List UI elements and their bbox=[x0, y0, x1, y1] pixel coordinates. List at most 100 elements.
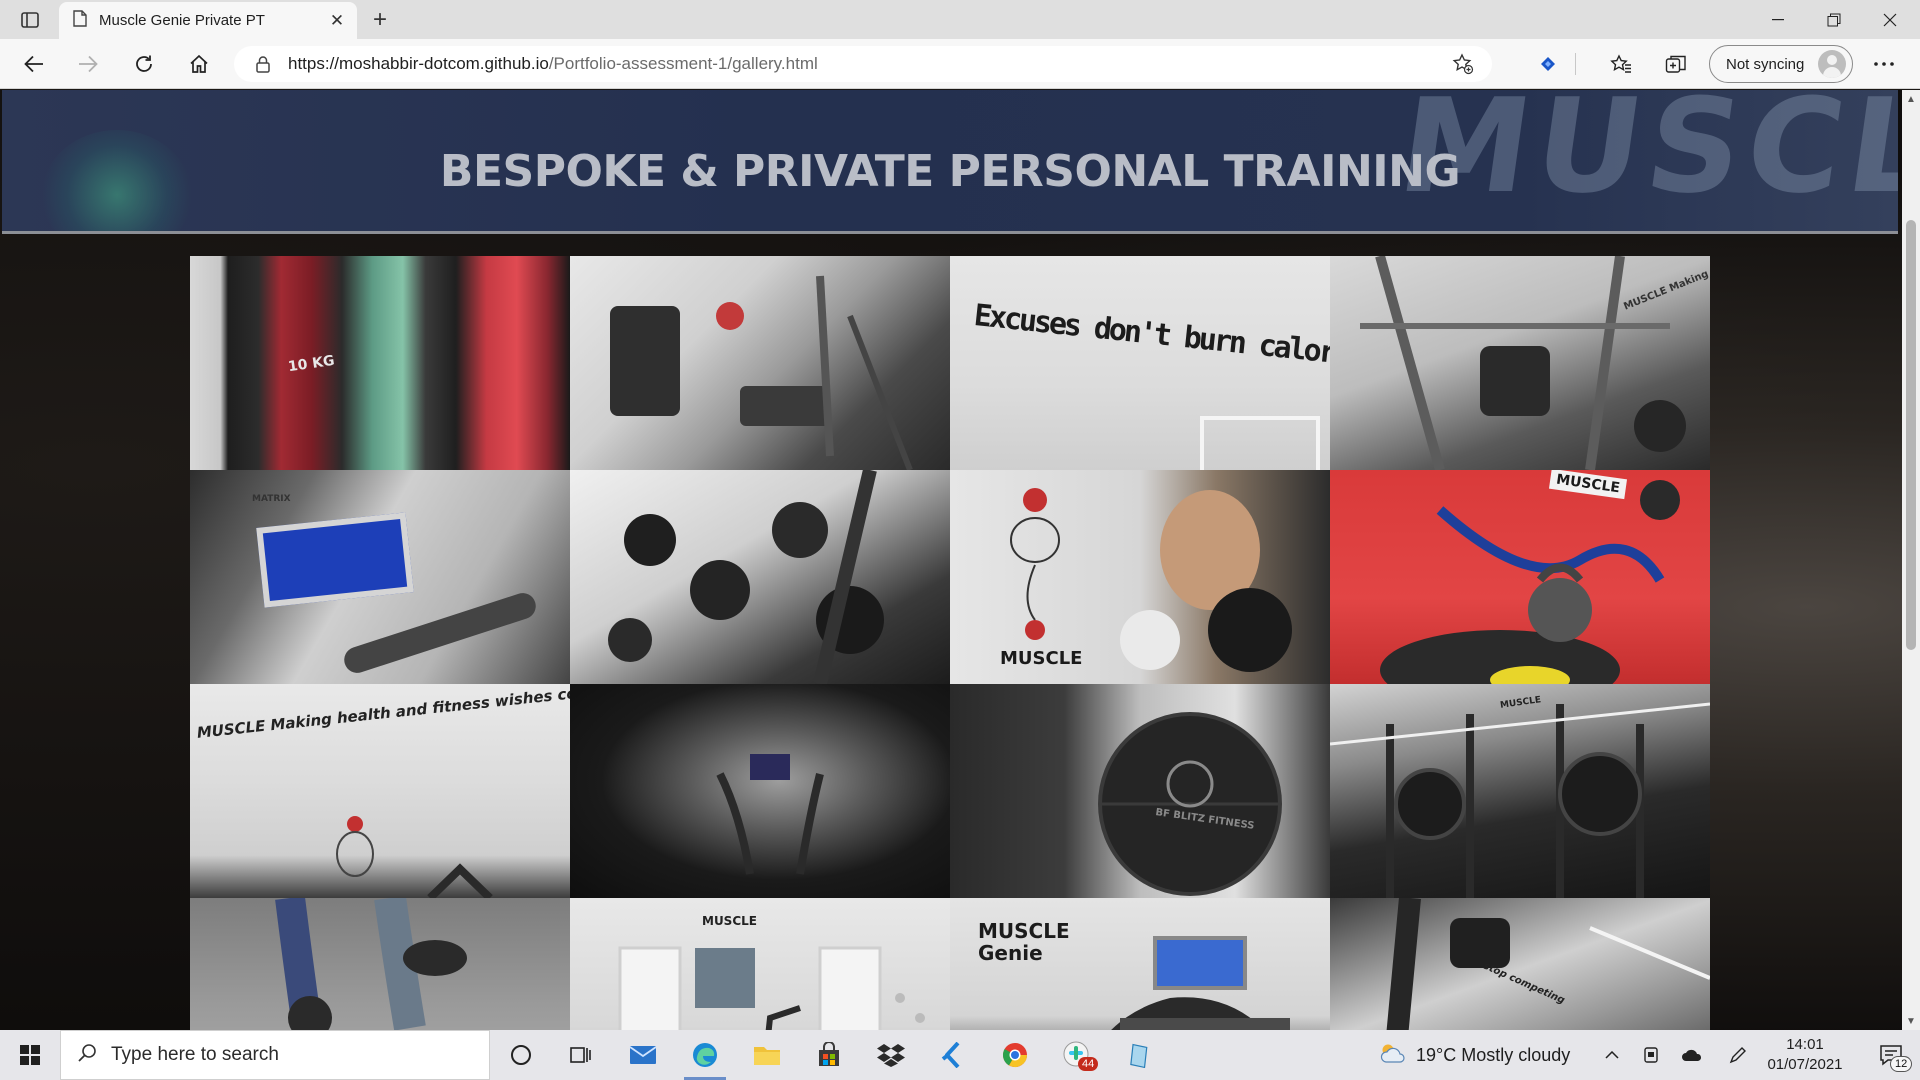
slack-app-icon[interactable]: 44 bbox=[1052, 1030, 1102, 1080]
url-text: https://moshabbir-dotcom.github.io/Portf… bbox=[288, 54, 818, 74]
browser-toolbar: https://moshabbir-dotcom.github.io/Portf… bbox=[0, 39, 1920, 89]
cloud-icon bbox=[1378, 1043, 1406, 1068]
gallery-image-treadmill-console[interactable]: MATRIX bbox=[190, 470, 570, 684]
page-title: BESPOKE & PRIVATE PERSONAL TRAINING bbox=[439, 146, 1461, 197]
gym-room-shape bbox=[618, 946, 925, 1030]
back-icon[interactable] bbox=[16, 47, 52, 81]
gallery-image-kettlebell-mat[interactable]: MUSCLE bbox=[1330, 470, 1710, 684]
rack-closeup-shape bbox=[1386, 898, 1710, 1030]
windows-taskbar: Type here to search 44 19°C Mostly cloud… bbox=[0, 1030, 1920, 1080]
url-path: /Portfolio-assessment-1/gallery.html bbox=[548, 54, 818, 73]
console-handle bbox=[340, 589, 540, 677]
tab-title: Muscle Genie Private PT bbox=[99, 12, 265, 29]
legs-shape bbox=[275, 898, 467, 1030]
gallery-image-gym-room[interactable]: MUSCLE bbox=[570, 898, 950, 1030]
image-caption: MUSCLE bbox=[1000, 648, 1083, 669]
more-icon[interactable] bbox=[1868, 49, 1900, 79]
tab-actions-icon[interactable] bbox=[10, 6, 50, 34]
meet-now-icon[interactable] bbox=[1632, 1030, 1672, 1080]
medicine-ball-shape bbox=[1098, 712, 1282, 896]
active-tab[interactable]: Muscle Genie Private PT ✕ bbox=[59, 2, 357, 39]
chevron-up-icon[interactable] bbox=[1592, 1030, 1632, 1080]
gallery-image-boxing-dummy[interactable]: MUSCLE bbox=[950, 470, 1330, 684]
extension-icon[interactable] bbox=[1532, 49, 1564, 79]
address-bar[interactable]: https://moshabbir-dotcom.github.io/Portf… bbox=[234, 46, 1492, 82]
door-frame bbox=[1200, 416, 1320, 470]
edge-app-icon[interactable] bbox=[680, 1030, 730, 1080]
cortana-icon[interactable] bbox=[496, 1030, 546, 1080]
onedrive-icon[interactable] bbox=[1672, 1030, 1712, 1080]
weather-widget[interactable]: 19°C Mostly cloudy bbox=[1378, 1030, 1570, 1080]
image-caption: MATRIX bbox=[252, 494, 291, 504]
store-app-icon[interactable] bbox=[804, 1030, 854, 1080]
image-caption: 10 KG bbox=[287, 352, 336, 376]
gallery-image-excuses-wall[interactable]: Excuses don't burn calories bbox=[950, 256, 1330, 470]
gallery-image-treadmill-display[interactable]: MUSCLE Genie bbox=[950, 898, 1330, 1030]
dumbbell-shapes bbox=[608, 470, 884, 684]
notification-badge: 12 bbox=[1890, 1056, 1913, 1072]
gallery-image-slogan-wall[interactable]: MUSCLE Making health and fitness wishes … bbox=[190, 684, 570, 898]
console-screen bbox=[256, 512, 414, 608]
refresh-icon[interactable] bbox=[126, 47, 162, 81]
restore-icon[interactable] bbox=[1806, 0, 1862, 39]
image-caption: MUSCLE Genie bbox=[978, 919, 1070, 965]
page-viewport: MUSCL BESPOKE & PRIVATE PERSONAL TRAININ… bbox=[0, 90, 1902, 1030]
mail-app-icon[interactable] bbox=[618, 1030, 668, 1080]
photo-gallery: 10 KG Excuses don't burn calories MUSCLE… bbox=[190, 256, 1710, 1030]
clock-date: 01/07/2021 bbox=[1767, 1056, 1843, 1073]
add-favorite-icon[interactable] bbox=[1448, 50, 1478, 78]
kettlebell-shapes bbox=[1380, 480, 1680, 684]
dropbox-icon[interactable] bbox=[866, 1030, 916, 1080]
sync-button[interactable]: Not syncing bbox=[1709, 45, 1853, 83]
home-icon[interactable] bbox=[181, 47, 217, 81]
file-explorer-icon[interactable] bbox=[742, 1030, 792, 1080]
notification-center-icon[interactable]: 12 bbox=[1866, 1030, 1916, 1080]
scroll-up-icon[interactable]: ▲ bbox=[1902, 90, 1920, 108]
gallery-image-kettlebell-legs[interactable] bbox=[190, 898, 570, 1030]
taskbar-search-box[interactable]: Type here to search bbox=[60, 1030, 490, 1080]
gallery-image-cable-machine[interactable] bbox=[570, 256, 950, 470]
favorites-icon[interactable] bbox=[1605, 49, 1637, 79]
vscode-icon[interactable] bbox=[928, 1030, 978, 1080]
scroll-down-icon[interactable]: ▼ bbox=[1902, 1012, 1920, 1030]
gallery-image-power-rack[interactable]: MUSCLE bbox=[1330, 684, 1710, 898]
page-banner: MUSCL BESPOKE & PRIVATE PERSONAL TRAININ… bbox=[2, 90, 1898, 234]
url-host: https://moshabbir-dotcom.github.io bbox=[288, 54, 549, 73]
pen-workspace-icon[interactable] bbox=[1718, 1030, 1758, 1080]
lock-icon[interactable] bbox=[252, 55, 274, 73]
image-caption: MUSCLE bbox=[702, 914, 757, 928]
gallery-image-dumbbell-rack[interactable] bbox=[570, 470, 950, 684]
page-scrollbar[interactable]: ▲ ▼ bbox=[1902, 90, 1920, 1030]
minimize-icon[interactable] bbox=[1750, 0, 1806, 39]
forward-icon[interactable] bbox=[70, 47, 106, 81]
close-tab-icon[interactable]: ✕ bbox=[323, 7, 351, 35]
power-rack-shape bbox=[1330, 702, 1710, 898]
page-icon bbox=[73, 9, 87, 32]
gallery-image-weight-plates[interactable]: 10 KG bbox=[190, 256, 570, 470]
task-view-icon[interactable] bbox=[556, 1030, 606, 1080]
scroll-thumb[interactable] bbox=[1906, 220, 1916, 650]
collections-icon[interactable] bbox=[1660, 49, 1692, 79]
cable-machine-shape bbox=[610, 275, 913, 470]
image-caption: Excuses don't burn calories bbox=[972, 298, 1330, 376]
windows-start-icon[interactable] bbox=[0, 1030, 60, 1080]
chrome-badge: 44 bbox=[1078, 1057, 1099, 1071]
browser-tab-bar: Muscle Genie Private PT ✕ + bbox=[0, 0, 1920, 39]
notepad-icon[interactable] bbox=[1114, 1030, 1164, 1080]
gallery-image-rack-closeup[interactable]: stop competing bbox=[1330, 898, 1710, 1030]
gallery-image-medicine-ball[interactable]: BF BLITZ FITNESS bbox=[950, 684, 1330, 898]
gallery-image-cross-trainer[interactable] bbox=[570, 684, 950, 898]
close-window-icon[interactable] bbox=[1862, 0, 1918, 39]
system-clock[interactable]: 14:01 01/07/2021 bbox=[1762, 1035, 1848, 1075]
gallery-image-smith-machine[interactable]: MUSCLE Making heal bbox=[1330, 256, 1710, 470]
smith-machine-shape bbox=[1360, 256, 1686, 470]
cross-trainer-shape bbox=[716, 754, 824, 875]
chrome-icon[interactable] bbox=[990, 1030, 1040, 1080]
weather-text: 19°C Mostly cloudy bbox=[1416, 1044, 1571, 1065]
new-tab-button[interactable]: + bbox=[365, 6, 395, 34]
clock-time: 14:01 bbox=[1786, 1036, 1824, 1053]
profile-avatar-icon bbox=[1818, 50, 1846, 78]
search-icon bbox=[77, 1043, 97, 1068]
sync-label: Not syncing bbox=[1726, 55, 1805, 73]
search-placeholder: Type here to search bbox=[111, 1044, 279, 1065]
